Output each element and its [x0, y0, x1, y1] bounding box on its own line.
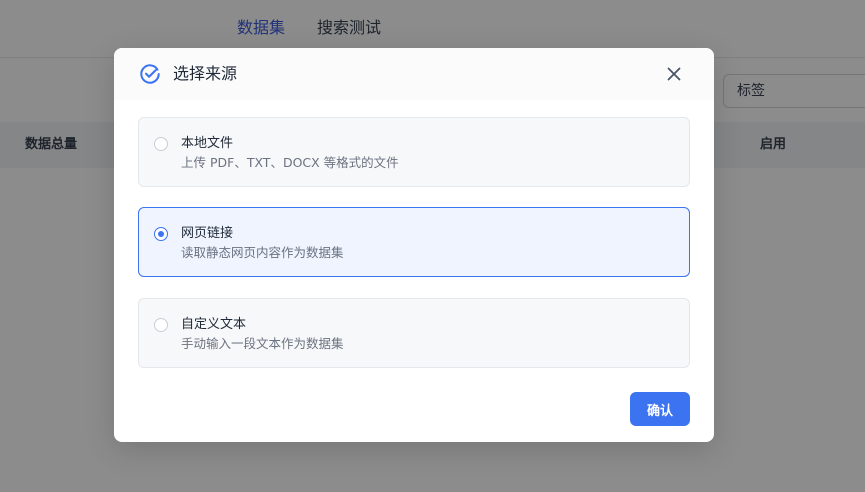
radio-web-link[interactable] [154, 227, 168, 241]
select-source-dialog: 选择来源 本地文件 上传 PDF、TXT、DOCX 等格式的文件 网页链接 读取… [114, 48, 714, 442]
source-option-web-link[interactable]: 网页链接 读取静态网页内容作为数据集 [138, 207, 690, 277]
dialog-header: 选择来源 [114, 48, 714, 100]
radio-local-file[interactable] [154, 137, 168, 151]
source-option-local-file[interactable]: 本地文件 上传 PDF、TXT、DOCX 等格式的文件 [138, 117, 690, 187]
option-description: 手动输入一段文本作为数据集 [181, 336, 344, 351]
check-circle-icon [140, 64, 160, 84]
confirm-button[interactable]: 确认 [630, 392, 690, 426]
option-description: 上传 PDF、TXT、DOCX 等格式的文件 [181, 155, 399, 170]
option-title: 自定义文本 [181, 317, 247, 332]
source-option-custom-text[interactable]: 自定义文本 手动输入一段文本作为数据集 [138, 298, 690, 368]
close-icon[interactable] [662, 62, 686, 86]
radio-selected-dot [158, 231, 164, 237]
option-title: 本地文件 [181, 136, 234, 151]
option-title: 网页链接 [181, 226, 234, 241]
option-description: 读取静态网页内容作为数据集 [181, 245, 344, 260]
dialog-title: 选择来源 [173, 64, 238, 83]
radio-custom-text[interactable] [154, 318, 168, 332]
